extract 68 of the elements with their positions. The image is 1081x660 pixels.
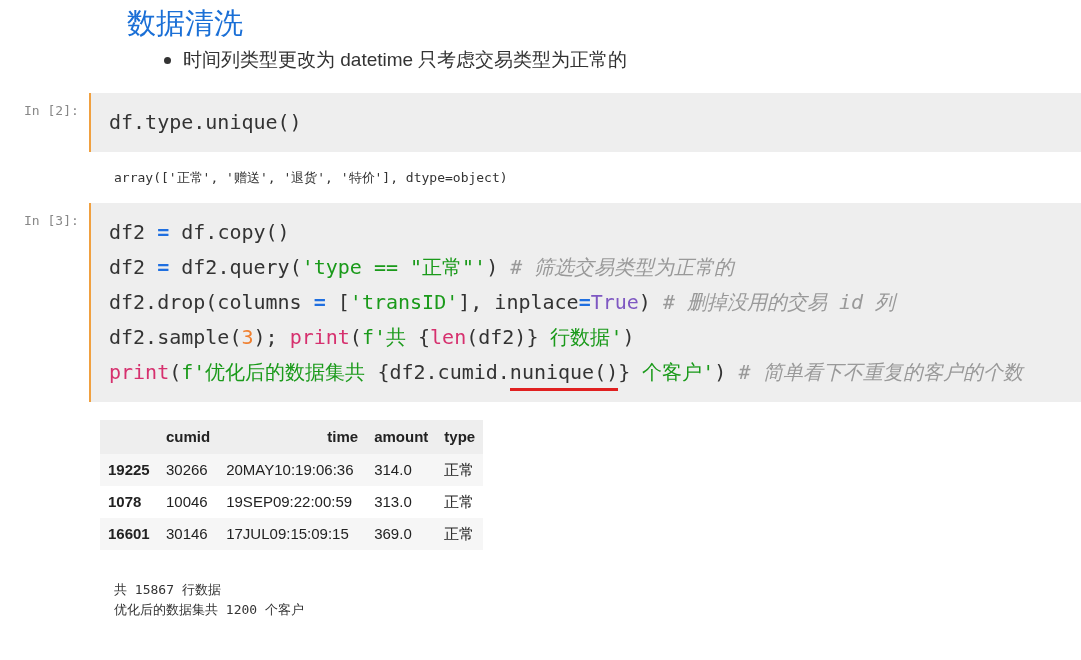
- table-cell: 正常: [444, 460, 475, 478]
- code-token: );: [253, 325, 279, 349]
- table-cell: 313.0: [374, 492, 412, 510]
- code-token: ): [622, 325, 635, 349]
- code-token: # 删掉没用的交易 id 列: [662, 290, 896, 314]
- bullet-text: 时间列类型更改为 datetime 只考虑交易类型为正常的: [183, 48, 628, 72]
- output-text: 共 15867 行数据: [114, 581, 222, 599]
- code-token: {: [418, 325, 431, 349]
- code-token: {df2.cumid.: [377, 360, 510, 384]
- code-token: ], inplace: [458, 290, 579, 314]
- code-token: (df2)}: [466, 325, 539, 349]
- code-token: df2: [109, 220, 147, 244]
- code-token: True: [590, 290, 639, 314]
- code-token: f'优化后的数据集共: [181, 360, 367, 384]
- code-token: ): [638, 290, 652, 314]
- table-cell: 20MAY10:19:06:36: [226, 460, 354, 478]
- code-token: [: [336, 290, 350, 314]
- table-cell: 正常: [444, 492, 475, 510]
- code-token: ): [486, 255, 500, 279]
- code-token: df.copy(): [180, 220, 290, 244]
- code-token: (: [169, 360, 182, 384]
- code-token: print: [289, 325, 350, 349]
- code-token: df2.sample(: [109, 325, 242, 349]
- code-token: }: [618, 360, 631, 384]
- code-token: # 筛选交易类型为正常的: [510, 255, 735, 279]
- column-header: cumid: [158, 420, 219, 454]
- code-token: =: [157, 220, 170, 244]
- code-cell[interactable]: [89, 203, 1081, 402]
- table-cell: 314.0: [374, 460, 412, 478]
- output-text: array(['正常', '赠送', '退货', '特价'], dtype=object): [114, 168, 509, 187]
- bullet-icon: [164, 56, 171, 64]
- column-header: amount: [366, 420, 437, 454]
- table-cell: 17JUL09:15:09:15: [226, 524, 349, 542]
- column-header: time: [218, 420, 367, 454]
- code-token: ): [714, 360, 728, 384]
- code-token: 'transID': [349, 290, 459, 314]
- row-index: 16601: [108, 524, 150, 542]
- table-cell: 30146: [166, 524, 208, 542]
- code-token: len: [430, 325, 467, 349]
- code-token: =: [578, 290, 591, 314]
- code-token: 行数据': [549, 325, 623, 349]
- table-cell: 30266: [166, 460, 208, 478]
- code-cell[interactable]: df.type.unique(): [89, 92, 1081, 152]
- input-prompt: In [2]:: [23, 101, 80, 120]
- row-index: 19225: [108, 460, 150, 478]
- input-prompt: In [3]:: [23, 212, 80, 230]
- code-token: =: [313, 290, 326, 314]
- code-token: f'共: [361, 325, 407, 349]
- code-token: print: [109, 360, 170, 384]
- underlined-code: nunique(): [509, 360, 619, 391]
- code-token: 个客户': [641, 360, 715, 384]
- code-token: df.type.unique(): [109, 109, 302, 134]
- table-cell: 19SEP09:22:00:59: [226, 492, 353, 510]
- section-heading: 数据清洗: [127, 6, 244, 41]
- table-cell: 369.0: [374, 524, 412, 542]
- code-token: (: [349, 325, 362, 349]
- code-token: # 简单看下不重复的客户的个数: [738, 360, 1023, 384]
- code-token: df2.drop(columns: [109, 290, 303, 314]
- output-text: 优化后的数据集共 1200 个客户: [114, 601, 305, 619]
- code-token: 3: [241, 325, 254, 349]
- row-index: 1078: [108, 492, 142, 510]
- code-token: df2.query(: [180, 255, 302, 279]
- code-token: =: [157, 255, 170, 279]
- table-cell: 10046: [166, 492, 208, 510]
- code-token: df2: [109, 255, 147, 279]
- column-header: type: [436, 420, 484, 454]
- table-cell: 正常: [444, 524, 475, 542]
- code-token: 'type == "正常"': [301, 255, 487, 279]
